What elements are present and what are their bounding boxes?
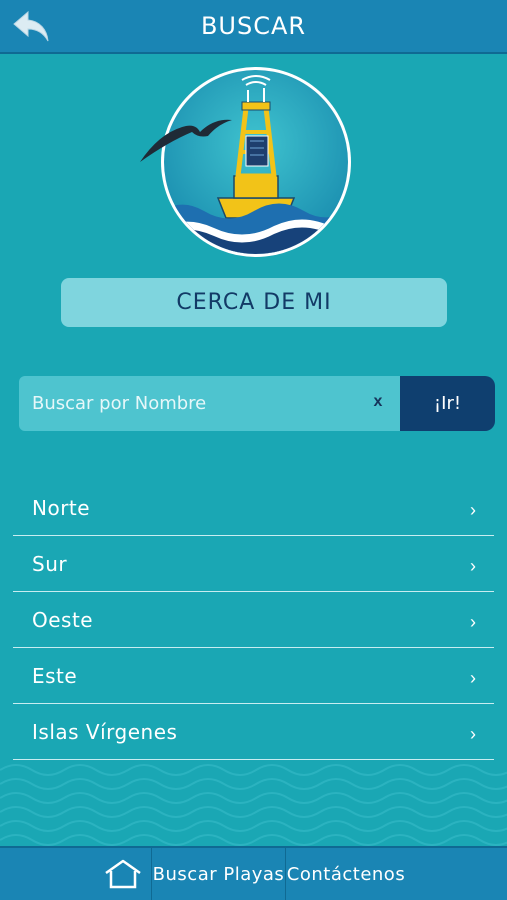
region-item-sur[interactable]: Sur ›	[13, 536, 494, 592]
region-label: Sur	[32, 551, 68, 576]
chevron-right-icon: ›	[470, 668, 476, 688]
home-icon	[105, 859, 141, 889]
search-input-wrap: x	[19, 376, 400, 431]
search-bar: x ¡Ir!	[19, 376, 495, 431]
region-list: Norte › Sur › Oeste › Este › Islas Vírge…	[13, 480, 494, 760]
chevron-right-icon: ›	[470, 612, 476, 632]
region-label: Norte	[32, 495, 91, 520]
region-label: Islas Vírgenes	[32, 719, 178, 744]
back-arrow-icon	[13, 10, 49, 42]
go-button[interactable]: ¡Ir!	[400, 376, 495, 431]
region-item-este[interactable]: Este ›	[13, 648, 494, 704]
region-item-islas-virgenes[interactable]: Islas Vírgenes ›	[13, 704, 494, 760]
chevron-right-icon: ›	[470, 556, 476, 576]
bottom-nav: Buscar Playas Contáctenos	[0, 846, 507, 900]
home-button[interactable]	[0, 848, 152, 900]
clear-search-button[interactable]: x	[370, 393, 386, 413]
wave-pattern-background	[0, 764, 507, 846]
search-input[interactable]	[19, 393, 359, 414]
nav-buscar-playas[interactable]: Buscar Playas	[152, 848, 286, 900]
buoy-logo	[134, 66, 358, 260]
region-item-norte[interactable]: Norte ›	[13, 480, 494, 536]
back-button[interactable]	[10, 8, 54, 46]
chevron-right-icon: ›	[470, 500, 476, 520]
chevron-right-icon: ›	[470, 724, 476, 744]
near-me-button[interactable]: CERCA DE MI	[61, 278, 447, 327]
region-label: Este	[32, 663, 78, 688]
nav-contactenos[interactable]: Contáctenos	[286, 848, 406, 900]
region-label: Oeste	[32, 607, 94, 632]
region-item-oeste[interactable]: Oeste ›	[13, 592, 494, 648]
page-title: BUSCAR	[200, 12, 307, 40]
header-bar: BUSCAR	[0, 0, 507, 54]
